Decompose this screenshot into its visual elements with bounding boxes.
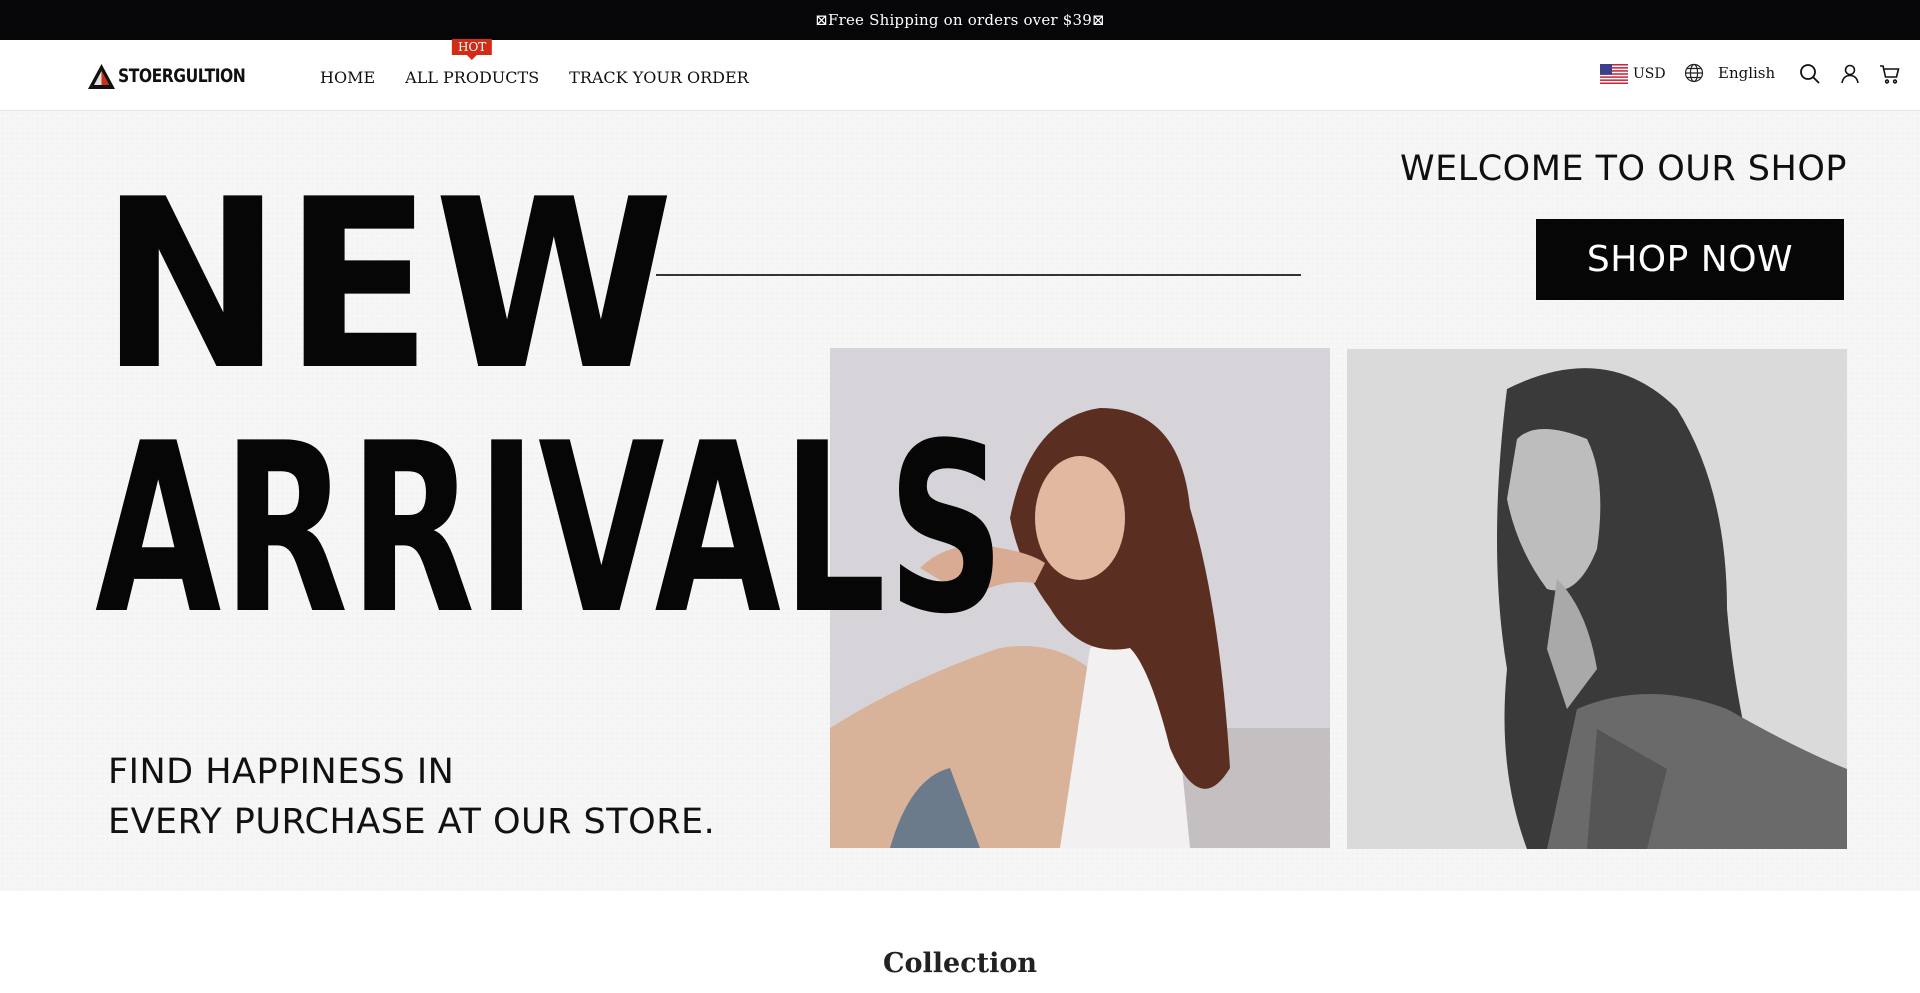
logo[interactable]: STOERGULTION xyxy=(87,62,273,90)
language-selector[interactable]: English xyxy=(1684,63,1775,83)
globe-icon xyxy=(1684,63,1704,83)
hero-divider-line xyxy=(656,274,1301,276)
welcome-text: WELCOME TO OUR SHOP xyxy=(1400,149,1847,189)
hero-headline-arrivals: ARRIVALS xyxy=(95,394,1007,666)
tagline-line-1: FIND HAPPINESS IN xyxy=(108,752,455,792)
currency-label: USD xyxy=(1633,66,1666,82)
hero-headline-new: NEW xyxy=(100,150,676,422)
hero-tagline: FIND HAPPINESS IN EVERY PURCHASE AT OUR … xyxy=(108,747,715,847)
account-icon[interactable] xyxy=(1838,62,1862,86)
currency-selector[interactable]: USD xyxy=(1600,64,1666,84)
nav-home-label: HOME xyxy=(320,68,376,87)
hot-badge: HOT xyxy=(451,39,493,55)
collection-heading: Collection xyxy=(883,948,1037,979)
shop-now-button[interactable]: SHOP NOW xyxy=(1536,219,1844,300)
nav-track-order-label: TRACK YOUR ORDER xyxy=(569,68,749,87)
logo-text: STOERGULTION xyxy=(118,65,246,87)
nav-home[interactable]: HOME xyxy=(320,68,375,87)
announcement-bar: ⊠Free Shipping on orders over $39⊠ xyxy=(0,0,1920,40)
nav-all-products[interactable]: HOT ALL PRODUCTS xyxy=(405,39,540,87)
search-icon[interactable] xyxy=(1798,62,1822,86)
announcement-text: ⊠Free Shipping on orders over $39⊠ xyxy=(815,11,1105,29)
site-header: STOERGULTION HOME HOT ALL PRODUCTS TRACK… xyxy=(0,39,1920,111)
tagline-line-2: EVERY PURCHASE AT OUR STORE. xyxy=(108,802,716,842)
us-flag-icon xyxy=(1600,64,1628,84)
nav-all-products-label: ALL PRODUCTS xyxy=(405,68,540,87)
logo-triangle-icon xyxy=(88,63,115,89)
language-label: English xyxy=(1718,64,1776,82)
hero-banner[interactable]: NEW WELCOME TO OUR SHOP SHOP NOW ARRIVAL… xyxy=(0,111,1920,891)
main-nav: HOME HOT ALL PRODUCTS TRACK YOUR ORDER xyxy=(320,39,779,111)
header-actions: USD English xyxy=(1520,40,1920,111)
cart-icon[interactable] xyxy=(1878,62,1902,86)
hero-photo-model-2 xyxy=(1347,349,1847,849)
nav-track-order[interactable]: TRACK YOUR ORDER xyxy=(569,68,749,87)
